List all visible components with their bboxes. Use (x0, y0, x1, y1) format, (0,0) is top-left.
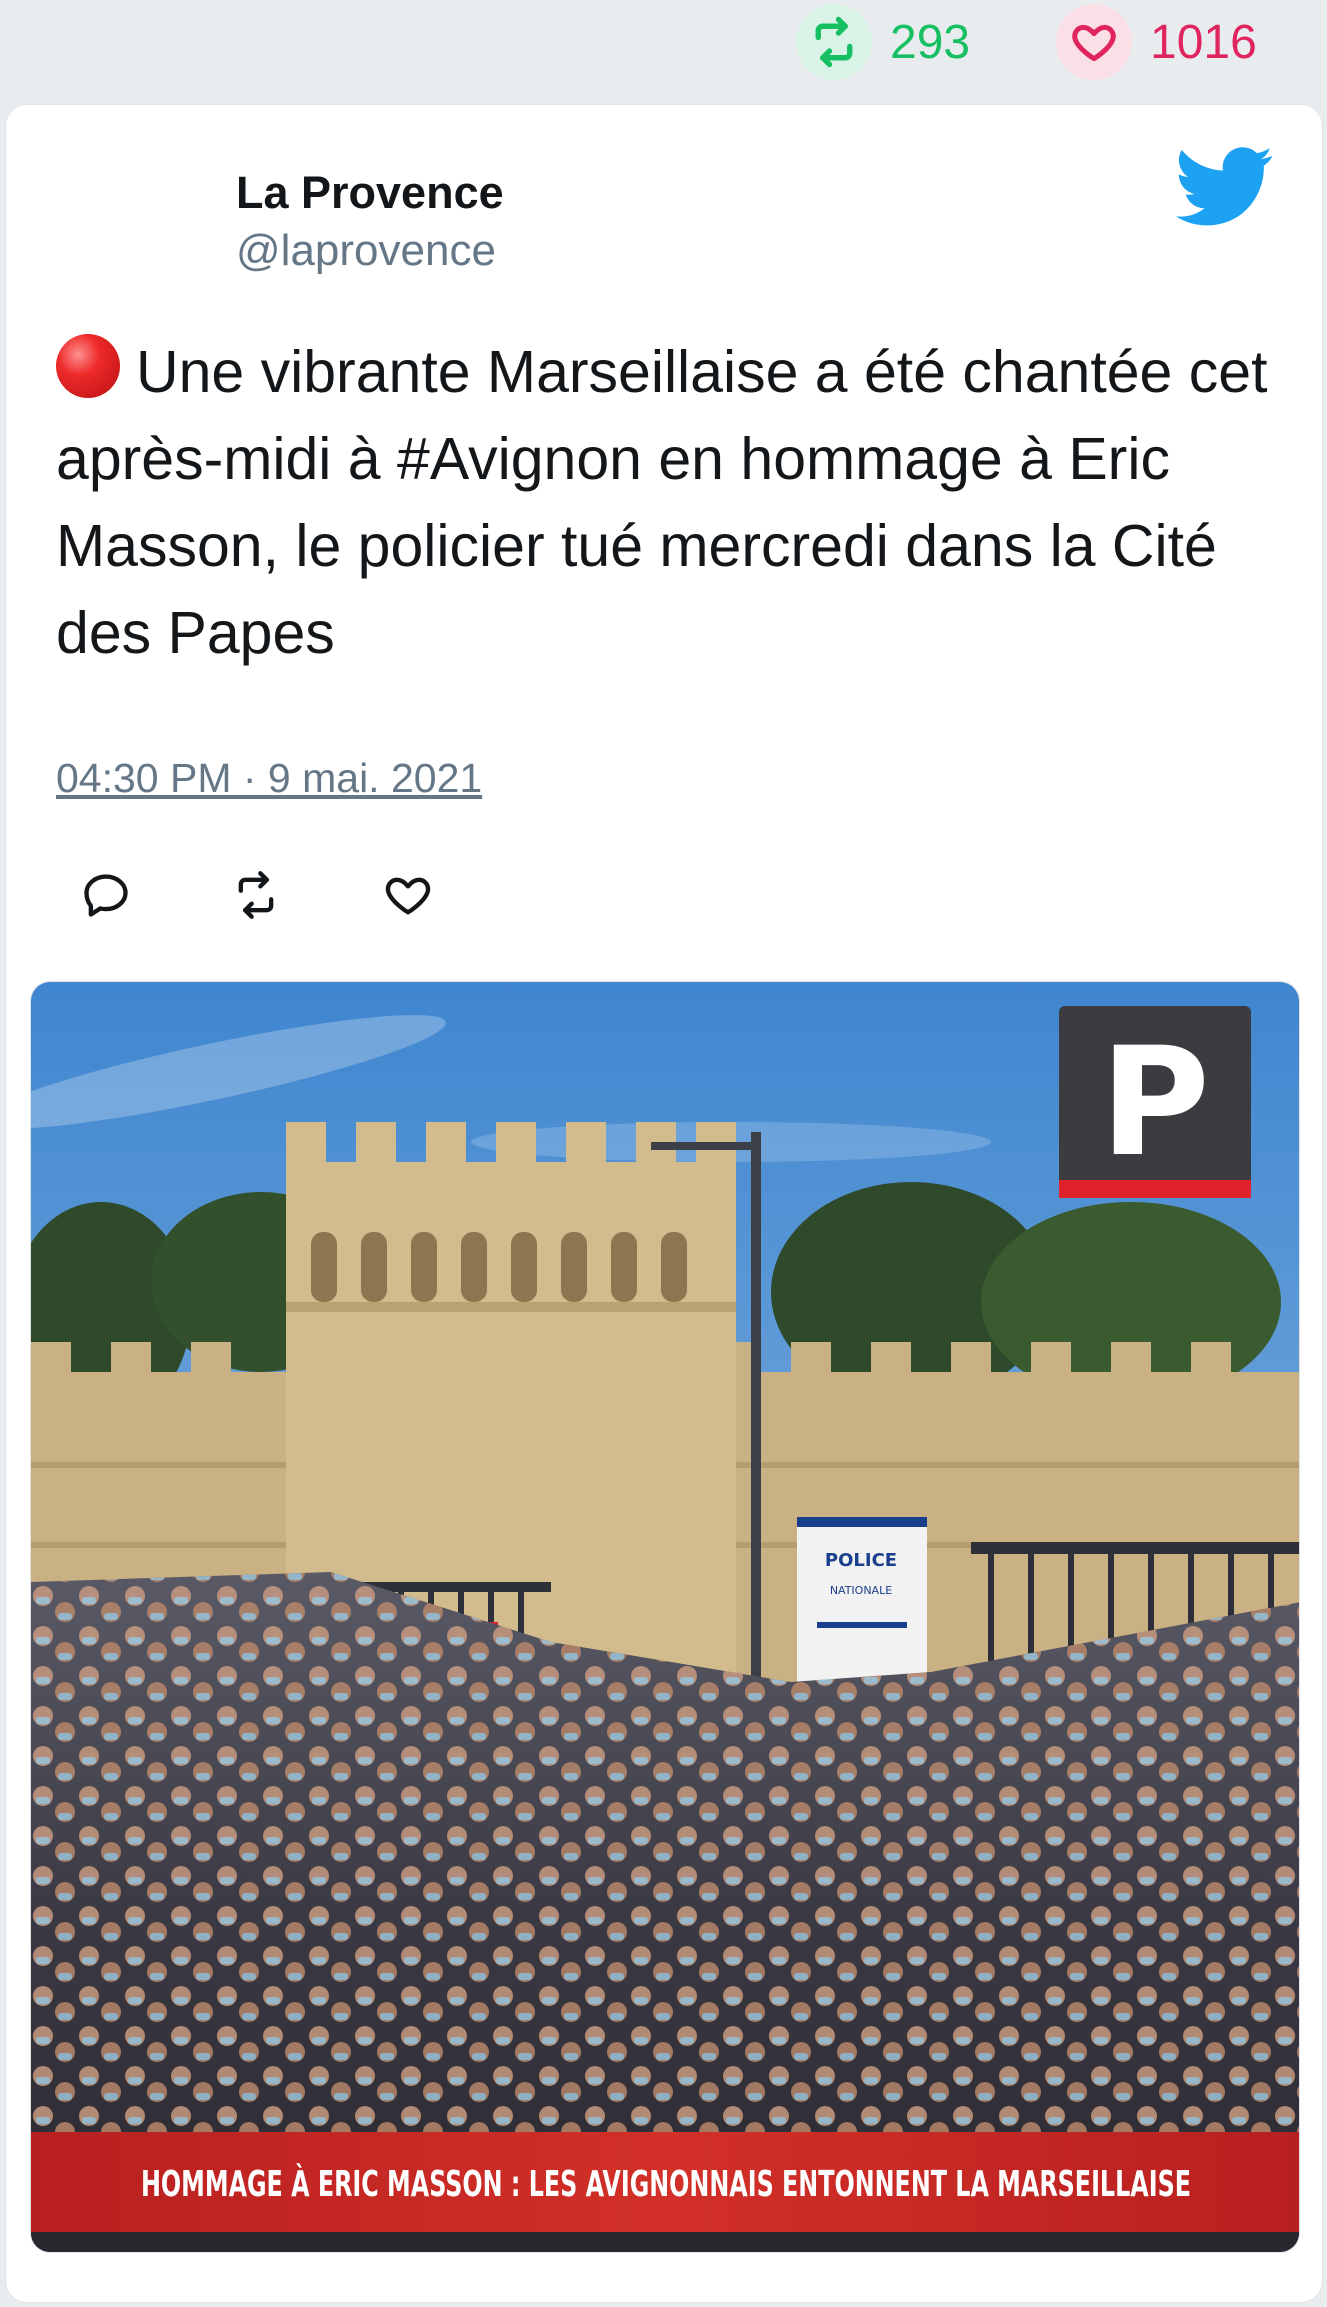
media-banner-text: HOMMAGE À ERIC MASSON : LES AVIGNONNAIS … (141, 2163, 1191, 2205)
retweet-icon[interactable] (796, 4, 872, 80)
tweet-text: Une vibrante Marseillaise a été chantée … (56, 329, 1276, 677)
author-name[interactable]: La Provence (236, 165, 504, 221)
police-sign-line2: NATIONALE (830, 1584, 892, 1597)
retweet-stat[interactable]: 293 (796, 4, 970, 80)
tweet-card[interactable]: La Provence @laprovence Une vibrante Mar… (5, 104, 1323, 2303)
tweet-timestamp[interactable]: 04:30 PM · 9 mai. 2021 (56, 755, 482, 802)
heart-icon[interactable] (1056, 4, 1132, 80)
like-stat[interactable]: 1016 (1056, 4, 1257, 80)
retweet-icon[interactable] (216, 855, 296, 935)
red-circle-emoji-icon (56, 334, 120, 398)
twitter-bird-icon[interactable] (1176, 145, 1274, 229)
tweet-author[interactable]: La Provence @laprovence (236, 165, 504, 279)
tweet-media-video[interactable]: P POLICE NATIONALE HOMMAGE À ERIC MASSON… (30, 981, 1300, 2253)
like-count: 1016 (1150, 15, 1257, 69)
engagement-stats: 293 1016 (0, 0, 1327, 100)
retweet-count: 293 (890, 15, 971, 69)
police-sign-line1: POLICE (825, 1550, 897, 1571)
author-handle[interactable]: @laprovence (236, 223, 504, 279)
heart-icon[interactable] (368, 855, 448, 935)
media-logo-letter: P (1100, 1016, 1210, 1190)
reply-icon[interactable] (66, 855, 146, 935)
tweet-body: Une vibrante Marseillaise a été chantée … (56, 339, 1268, 666)
